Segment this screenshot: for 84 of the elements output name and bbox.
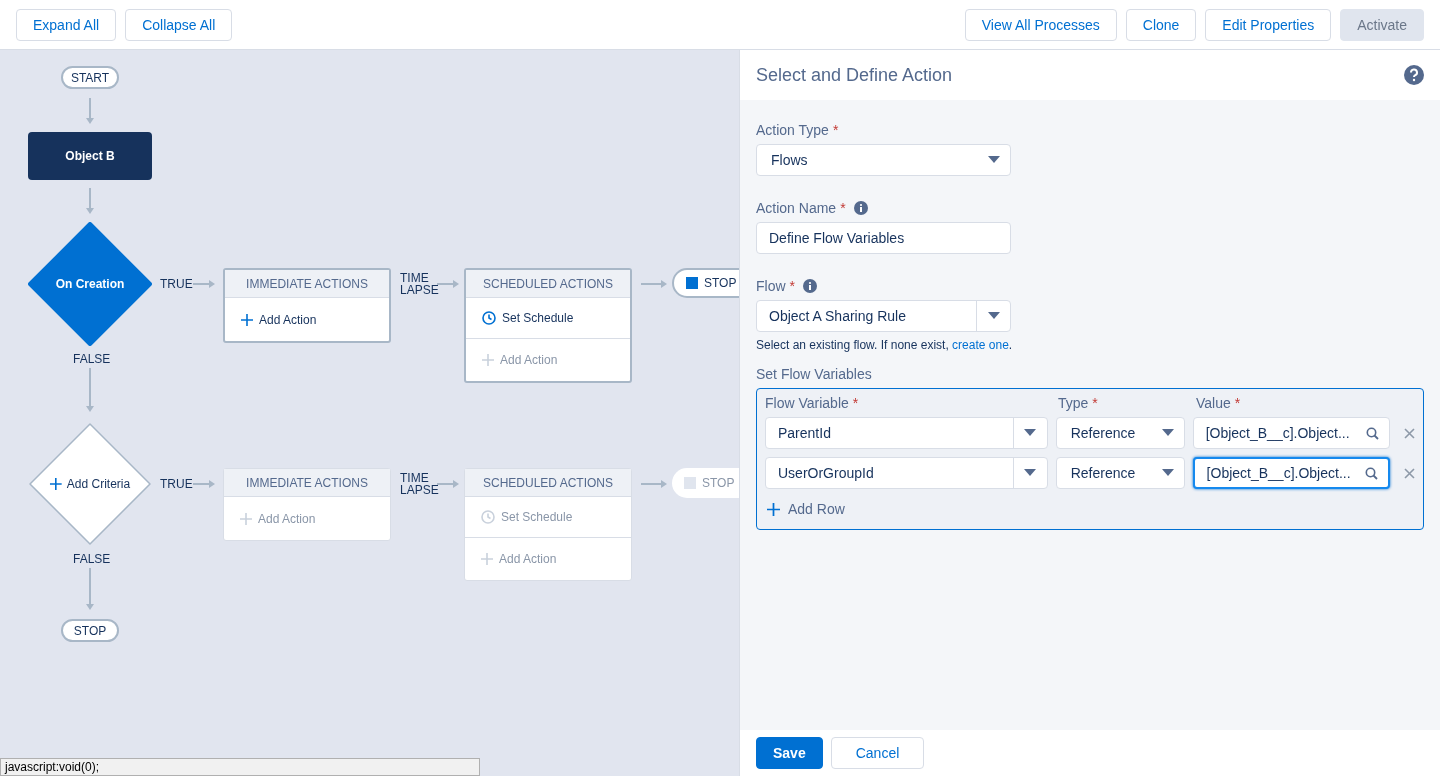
arrow xyxy=(86,98,94,124)
branch-label: FALSE xyxy=(73,553,111,565)
stop-label: STOP xyxy=(704,276,737,290)
column-header: Value xyxy=(1196,395,1231,411)
card-header: IMMEDIATE ACTIONS xyxy=(224,469,390,497)
branch-label: TRUE xyxy=(160,478,193,490)
arrow xyxy=(641,280,667,288)
start-node: START xyxy=(61,66,119,89)
search-icon xyxy=(1366,426,1379,440)
set-schedule-button[interactable]: Set Schedule xyxy=(466,298,630,338)
dropdown-field[interactable]: Flows xyxy=(756,144,1011,176)
panel-title: Select and Define Action xyxy=(756,64,953,86)
toolbar-button[interactable]: Collapse All xyxy=(125,8,233,41)
stop-node: STOP xyxy=(61,619,119,642)
stop-square-icon xyxy=(686,277,698,289)
branch-label: FALSE xyxy=(73,353,111,365)
card-header: IMMEDIATE ACTIONS xyxy=(225,270,389,298)
required-mark: * xyxy=(789,278,795,294)
dropdown-field[interactable]: Reference xyxy=(1055,457,1185,489)
caret-down-icon xyxy=(1024,469,1037,477)
arrow xyxy=(193,480,215,488)
card-header: SCHEDULED ACTIONS xyxy=(465,469,631,497)
object-node: Object B xyxy=(28,132,152,180)
arrow xyxy=(641,480,667,488)
info-icon xyxy=(853,201,868,215)
add-action-button[interactable]: Add Action xyxy=(225,298,389,341)
plus-icon xyxy=(767,502,780,516)
remove-row-button[interactable] xyxy=(1404,467,1415,479)
toolbar-button[interactable]: View All Processes xyxy=(964,8,1117,41)
arrow xyxy=(86,368,94,412)
toolbar-button[interactable]: Edit Properties xyxy=(1205,8,1332,41)
help-button[interactable] xyxy=(1404,65,1424,85)
required-mark: * xyxy=(840,200,846,216)
create-link[interactable]: create one xyxy=(952,338,1009,352)
combobox-field[interactable]: Object A Sharing Rule xyxy=(756,300,1011,332)
save-button[interactable]: Save xyxy=(756,737,823,769)
remove-row-button[interactable] xyxy=(1404,427,1415,439)
field-label: Action Type xyxy=(756,122,829,138)
add-criteria-button[interactable]: Add Criteria xyxy=(49,477,131,491)
caret-down-icon xyxy=(987,312,1000,320)
cancel-button[interactable]: Cancel xyxy=(830,737,925,769)
toolbar-button[interactable]: Clone xyxy=(1125,8,1197,41)
add-row-button[interactable]: Add Row xyxy=(765,497,847,521)
lookup-field[interactable]: [Object_B__c].Object... xyxy=(1192,457,1390,489)
combobox-field[interactable]: UserOrGroupId xyxy=(765,457,1048,489)
status-bar: javascript:void(0); xyxy=(0,758,480,776)
help-text: Select an existing flow. If none exist, create one. xyxy=(756,338,1014,352)
stop-label: STOP xyxy=(702,476,735,490)
column-header: Type xyxy=(1058,395,1089,411)
caret-down-icon xyxy=(1161,469,1174,477)
plus-icon xyxy=(481,553,493,565)
plus-icon xyxy=(241,313,253,326)
plus-icon xyxy=(240,512,252,525)
arrow xyxy=(86,568,94,610)
stop-square-icon xyxy=(684,477,696,489)
card-header: SCHEDULED ACTIONS xyxy=(466,270,630,298)
column-header: Flow Variable xyxy=(765,395,849,411)
caret-down-icon xyxy=(988,156,1000,164)
field-label: Action Name xyxy=(756,200,837,216)
info-icon xyxy=(803,279,817,293)
clock-icon xyxy=(481,510,495,524)
clock-icon xyxy=(482,311,496,325)
field-label: Flow xyxy=(756,278,786,294)
arrow xyxy=(437,480,459,488)
lookup-field[interactable]: [Object_B__c].Object... xyxy=(1192,417,1390,449)
criteria-label: On Creation xyxy=(55,277,125,291)
combobox-field[interactable]: ParentId xyxy=(765,417,1048,449)
dropdown-field[interactable]: Reference xyxy=(1055,417,1185,449)
search-icon xyxy=(1365,466,1378,480)
section-label: Set Flow Variables xyxy=(756,366,872,382)
toolbar-button[interactable]: Expand All xyxy=(16,8,117,41)
plus-icon xyxy=(482,354,494,366)
caret-down-icon xyxy=(1161,429,1174,437)
caret-down-icon xyxy=(1024,429,1037,437)
text-input[interactable]: Define Flow Variables xyxy=(756,222,1011,254)
branch-label: TRUE xyxy=(160,278,193,290)
arrow xyxy=(86,188,94,214)
required-mark: * xyxy=(1092,395,1098,411)
plus-icon xyxy=(49,478,62,490)
required-mark: * xyxy=(852,395,859,411)
arrow xyxy=(437,280,459,288)
required-mark: * xyxy=(832,122,839,138)
arrow xyxy=(193,280,215,288)
required-mark: * xyxy=(1234,395,1241,411)
